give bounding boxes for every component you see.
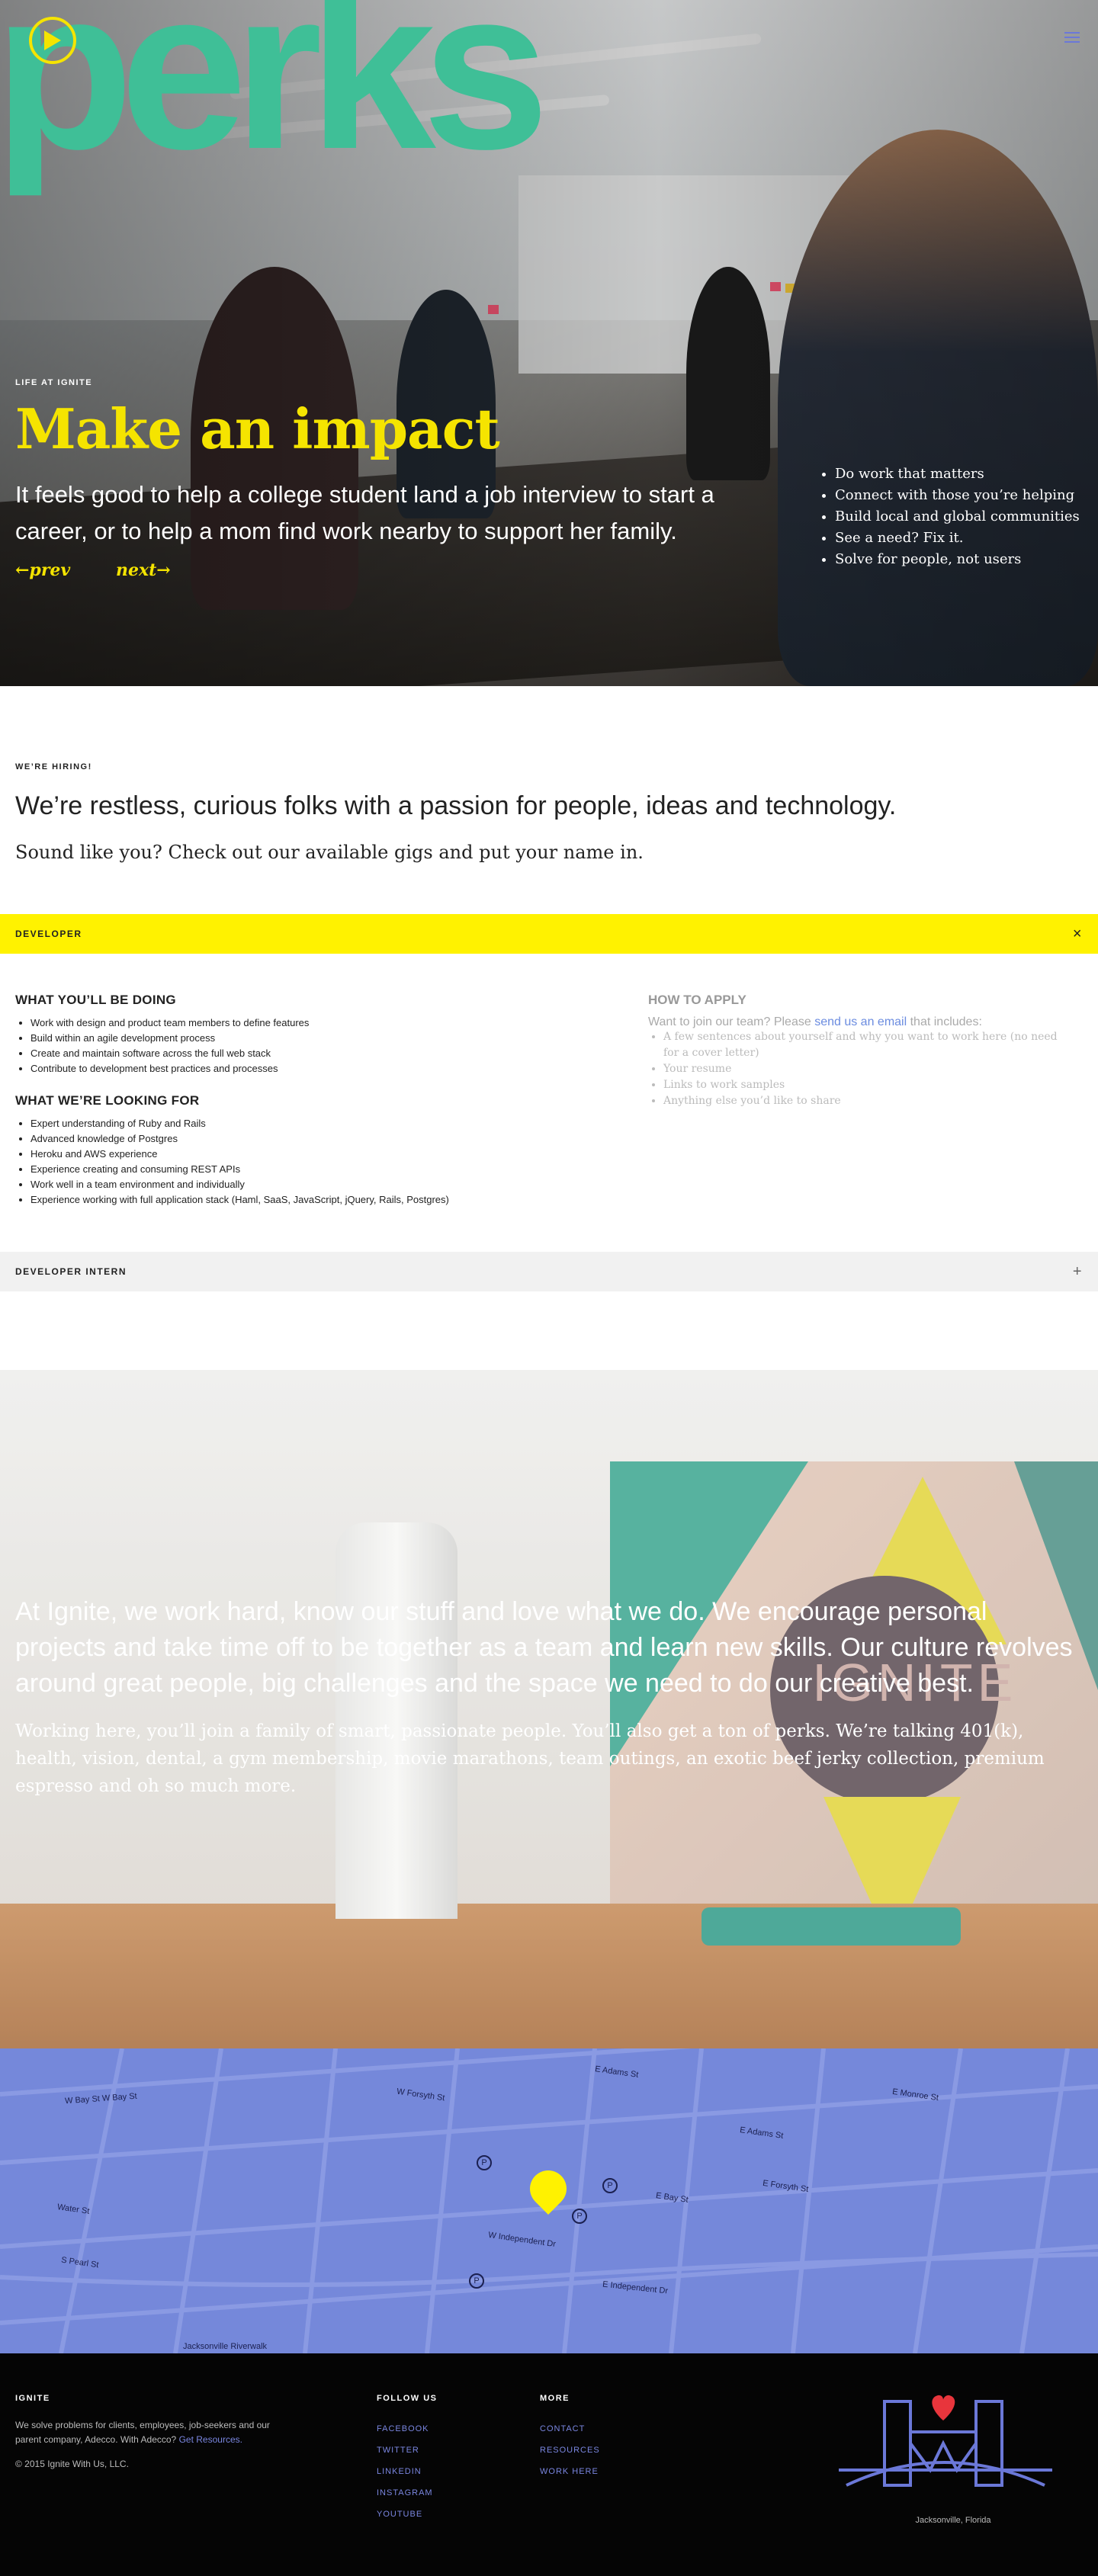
youtube-link[interactable]: YOUTUBE xyxy=(377,2504,433,2525)
ignite-logo-icon[interactable] xyxy=(29,17,76,64)
work-here-link[interactable]: WORK HERE xyxy=(540,2461,600,2482)
list-item: Create and maintain software across the … xyxy=(30,1046,610,1061)
list-item: Expert understanding of Ruby and Rails xyxy=(30,1116,610,1131)
heart-icon xyxy=(932,2395,955,2420)
apply-list: A few sentences about yourself and why y… xyxy=(648,1029,1075,1109)
more-links: CONTACT RESOURCES WORK HERE xyxy=(540,2418,600,2482)
hamburger-menu-icon[interactable] xyxy=(1064,32,1080,46)
perks-wordmark: perks xyxy=(0,0,550,197)
job-details: WHAT YOU’LL BE DOING Work with design an… xyxy=(15,993,610,1224)
instagram-link[interactable]: INSTAGRAM xyxy=(377,2482,433,2504)
doing-heading: WHAT YOU’LL BE DOING xyxy=(15,993,176,1007)
how-to-apply: HOW TO APPLY Want to join our team? Plea… xyxy=(648,993,1075,1109)
culture-text-primary: At Ignite, we work hard, know our stuff … xyxy=(15,1597,1073,1698)
parking-icon: P xyxy=(469,2273,484,2289)
resources-link[interactable]: RESOURCES xyxy=(540,2440,600,2461)
apply-heading: HOW TO APPLY xyxy=(648,993,746,1007)
perk-item: Solve for people, not users xyxy=(835,549,1080,570)
bridge-heart-icon xyxy=(839,2395,1052,2487)
hiring-kicker: WE’RE HIRING! xyxy=(15,762,92,772)
next-link[interactable]: next→ xyxy=(116,560,171,580)
apply-after-text: that includes: xyxy=(907,1015,982,1028)
perk-item: Connect with those you’re helping xyxy=(835,485,1080,506)
culture-text-secondary: Working here, you’ll join a family of sm… xyxy=(15,1721,1045,1796)
parking-icon: P xyxy=(602,2178,618,2193)
hero-kicker: LIFE AT IGNITE xyxy=(15,378,93,387)
apply-intro-text: Want to join our team? Please xyxy=(648,1015,815,1028)
perks-list: Do work that matters Connect with those … xyxy=(820,464,1080,570)
hiring-title: We’re restless, curious folks with a pas… xyxy=(15,791,897,820)
linkedin-link[interactable]: LINKEDIN xyxy=(377,2461,433,2482)
list-item: Links to work samples xyxy=(663,1077,1075,1093)
job-developer-intern-header[interactable]: DEVELOPER INTERN + xyxy=(0,1252,1098,1291)
city-label: Jacksonville, Florida xyxy=(915,2516,991,2525)
list-item: Build within an agile development proces… xyxy=(30,1031,610,1046)
perk-item: See a need? Fix it. xyxy=(835,528,1080,549)
hero-section: perks LIFE AT IGNITE Make an impact It f… xyxy=(0,0,1098,686)
follow-links: FACEBOOK TWITTER LINKEDIN INSTAGRAM YOUT… xyxy=(377,2418,433,2525)
hero-lead: It feels good to help a college student … xyxy=(15,481,714,544)
list-item: Experience working with full application… xyxy=(30,1192,610,1208)
list-item: Anything else you’d like to share xyxy=(663,1093,1075,1109)
list-item: Work with design and product team member… xyxy=(30,1015,610,1031)
footer-heading: IGNITE xyxy=(15,2394,50,2403)
job-developer-header[interactable]: DEVELOPER × xyxy=(0,914,1098,954)
culture-section: IGNITE xyxy=(0,1370,1098,2048)
looking-list: Expert understanding of Ruby and Rails A… xyxy=(15,1116,610,1208)
footer-heading: FOLLOW US xyxy=(377,2394,438,2403)
list-item: Heroku and AWS experience xyxy=(30,1147,610,1162)
list-item: Advanced knowledge of Postgres xyxy=(30,1131,610,1147)
copyright: © 2015 Ignite With Us, LLC. xyxy=(15,2459,129,2469)
list-item: A few sentences about yourself and why y… xyxy=(663,1029,1075,1061)
close-icon[interactable]: × xyxy=(1073,925,1083,943)
footer-heading: MORE xyxy=(540,2394,570,2403)
prev-link[interactable]: ←prev xyxy=(15,560,70,580)
job-title: DEVELOPER xyxy=(15,929,82,939)
office-map[interactable]: W Bay St W Bay St W Forsyth St E Adams S… xyxy=(0,2048,1098,2353)
hero-title: Make an impact xyxy=(15,396,500,461)
list-item: Contribute to development best practices… xyxy=(30,1061,610,1076)
list-item: Work well in a team environment and indi… xyxy=(30,1177,610,1192)
parking-icon: P xyxy=(477,2155,492,2170)
apply-intro: Want to join our team? Please send us an… xyxy=(648,1015,1075,1029)
email-link[interactable]: send us an email xyxy=(814,1015,907,1028)
river-label: Jacksonville Riverwalk xyxy=(183,2342,268,2351)
doing-list: Work with design and product team member… xyxy=(15,1015,610,1076)
get-resources-link[interactable]: Get Resources. xyxy=(179,2434,242,2445)
hiring-subtitle: Sound like you? Check out our available … xyxy=(15,842,644,863)
looking-heading: WHAT WE’RE LOOKING FOR xyxy=(15,1093,200,1108)
footer-about: We solve problems for clients, employees… xyxy=(15,2418,274,2447)
twitter-link[interactable]: TWITTER xyxy=(377,2440,433,2461)
list-item: Experience creating and consuming REST A… xyxy=(30,1162,610,1177)
culture-overlay xyxy=(0,1370,1098,2048)
parking-icon: P xyxy=(572,2209,587,2224)
contact-link[interactable]: CONTACT xyxy=(540,2418,600,2440)
perk-item: Do work that matters xyxy=(835,464,1080,485)
facebook-link[interactable]: FACEBOOK xyxy=(377,2418,433,2440)
job-title: DEVELOPER INTERN xyxy=(15,1266,127,1277)
list-item: Your resume xyxy=(663,1061,1075,1077)
plus-icon[interactable]: + xyxy=(1073,1263,1083,1281)
perk-item: Build local and global communities xyxy=(835,506,1080,528)
